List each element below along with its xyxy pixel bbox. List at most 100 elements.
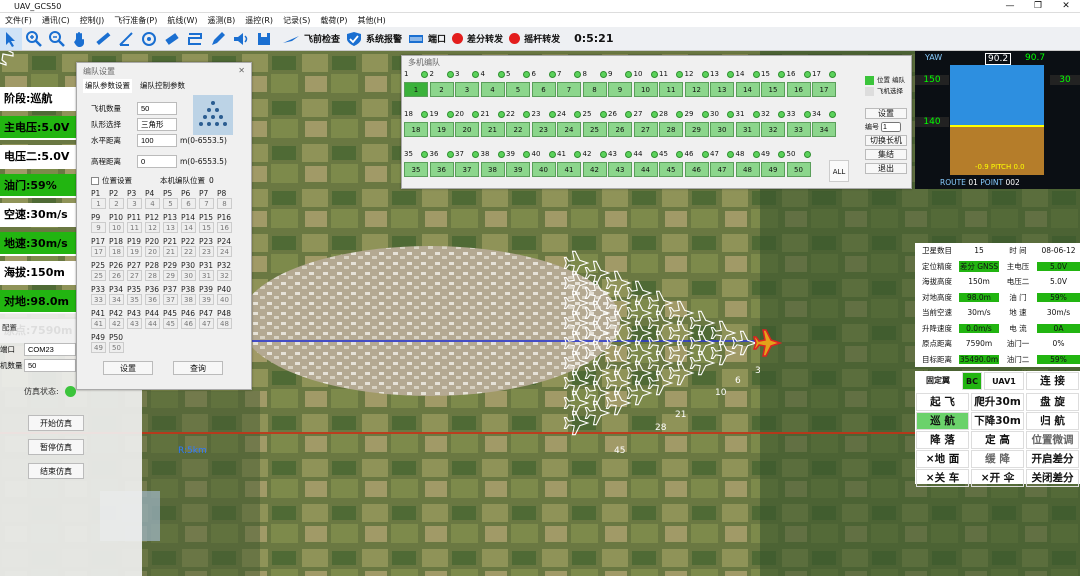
uav-box[interactable]: 41 xyxy=(557,162,581,177)
uav-cell[interactable]: 33 xyxy=(455,70,480,100)
menu-item[interactable]: 遥控(R) xyxy=(240,15,278,26)
uav-box[interactable]: 47 xyxy=(710,162,734,177)
alarm-button[interactable]: 系统报警 xyxy=(346,31,402,47)
position-value[interactable]: 27 xyxy=(127,270,142,281)
position-cell[interactable]: P14 14 xyxy=(181,213,199,237)
position-value[interactable]: 43 xyxy=(127,318,142,329)
uav-cell[interactable]: 66 xyxy=(531,70,557,100)
position-value[interactable]: 19 xyxy=(127,246,142,257)
uav-cell[interactable]: 21 21 xyxy=(480,110,506,140)
position-value[interactable]: 36 xyxy=(145,294,160,305)
uav-box[interactable]: 38 xyxy=(480,162,505,177)
position-cell[interactable]: P47 47 xyxy=(199,309,217,333)
uav-cell[interactable]: 49 49 xyxy=(761,150,786,180)
position-cell[interactable]: P21 21 xyxy=(163,237,181,261)
speaker-icon[interactable] xyxy=(230,28,252,50)
uav-box[interactable]: 2 xyxy=(429,82,454,97)
route-icon[interactable] xyxy=(184,28,206,50)
uav-box[interactable]: 30 xyxy=(710,122,734,137)
ruler-icon[interactable] xyxy=(92,28,114,50)
uav-cell[interactable]: 28 28 xyxy=(659,110,684,140)
command-button[interactable]: 巡 航 xyxy=(916,411,969,430)
position-cell[interactable]: P5 5 xyxy=(163,189,181,213)
uav-box[interactable]: 23 xyxy=(531,122,556,137)
uav-cell[interactable]: 20 20 xyxy=(455,110,480,140)
uav-box[interactable]: 20 xyxy=(455,122,479,137)
menu-item[interactable]: 遥测(B) xyxy=(203,15,241,26)
position-cell[interactable]: P45 45 xyxy=(163,309,181,333)
uav-box[interactable]: 11 xyxy=(659,82,683,97)
uav-cell[interactable]: 11 11 xyxy=(659,70,684,100)
position-cell[interactable]: P24 24 xyxy=(217,237,235,261)
uav-box[interactable]: 34 xyxy=(812,122,836,137)
position-cell[interactable]: P15 15 xyxy=(199,213,217,237)
edit-icon[interactable] xyxy=(207,28,229,50)
formation-query-button[interactable]: 查询 xyxy=(173,361,223,375)
uav-box[interactable]: 27 xyxy=(633,122,658,137)
diff-forward-button[interactable]: 差分转发 xyxy=(452,32,503,45)
uav-cell[interactable]: 16 16 xyxy=(786,70,812,100)
position-cell[interactable]: P31 31 xyxy=(199,261,217,285)
position-cell[interactable]: P39 39 xyxy=(199,285,217,309)
uav-box[interactable]: 28 xyxy=(659,122,683,137)
uav-box[interactable]: 29 xyxy=(684,122,709,137)
uav-cell[interactable]: 22 22 xyxy=(506,110,531,140)
uav-cell[interactable]: 23 23 xyxy=(531,110,557,140)
position-value[interactable]: 24 xyxy=(217,246,232,257)
uav-cell[interactable]: 19 19 xyxy=(429,110,455,140)
uav-box[interactable]: 16 xyxy=(786,82,811,97)
stick-forward-button[interactable]: 摇杆转发 xyxy=(509,32,560,45)
uav-box[interactable]: 42 xyxy=(582,162,607,177)
position-value[interactable]: 26 xyxy=(109,270,124,281)
uav-cell[interactable]: 47 47 xyxy=(710,150,735,180)
uav-cell[interactable]: 30 30 xyxy=(710,110,735,140)
preflight-button[interactable]: 飞前检查 xyxy=(282,32,340,45)
uav-cell[interactable]: 34 34 xyxy=(812,110,837,140)
position-cell[interactable]: P27 27 xyxy=(127,261,145,285)
uav-box[interactable]: 22 xyxy=(506,122,530,137)
position-cell[interactable]: P19 19 xyxy=(127,237,145,261)
position-cell[interactable]: P38 38 xyxy=(181,285,199,309)
uav-cell[interactable]: 37 37 xyxy=(455,150,480,180)
position-cell[interactable]: P3 3 xyxy=(127,189,145,213)
position-cell[interactable]: P36 36 xyxy=(145,285,163,309)
uav-select[interactable]: UAV1 xyxy=(984,371,1024,390)
position-value[interactable]: 7 xyxy=(199,198,214,209)
formation-set-button[interactable]: 设置 xyxy=(103,361,153,375)
position-value[interactable]: 46 xyxy=(181,318,196,329)
menu-item[interactable]: 飞行准备(P) xyxy=(109,15,162,26)
position-value[interactable]: 3 xyxy=(127,198,142,209)
uav-box[interactable]: 24 xyxy=(557,122,581,137)
uav-cell[interactable]: 44 44 xyxy=(633,150,659,180)
position-value[interactable]: 34 xyxy=(109,294,124,305)
position-value[interactable]: 38 xyxy=(181,294,196,305)
position-cell[interactable]: P33 33 xyxy=(91,285,109,309)
vdist-input[interactable] xyxy=(137,155,177,168)
position-cell[interactable]: P40 40 xyxy=(217,285,235,309)
position-cell[interactable]: P18 18 xyxy=(109,237,127,261)
uav-cell[interactable]: 42 42 xyxy=(582,150,608,180)
position-value[interactable]: 2 xyxy=(109,198,124,209)
position-value[interactable]: 39 xyxy=(199,294,214,305)
position-cell[interactable]: P42 42 xyxy=(109,309,127,333)
uav-cell[interactable]: 32 32 xyxy=(761,110,786,140)
uav-cell[interactable]: 26 26 xyxy=(608,110,633,140)
uav-cell[interactable]: 88 xyxy=(582,70,608,100)
command-button[interactable]: ×开 伞 xyxy=(971,468,1024,487)
command-button[interactable]: 盘 旋 xyxy=(1026,392,1079,411)
uav-box[interactable]: 35 xyxy=(404,162,428,177)
position-cell[interactable]: P49 49 xyxy=(91,333,109,357)
uav-box[interactable]: 19 xyxy=(429,122,454,137)
position-cell[interactable]: P9 9 xyxy=(91,213,109,237)
menu-item[interactable]: 载荷(P) xyxy=(315,15,352,26)
menu-item[interactable]: 文件(F) xyxy=(0,15,37,26)
position-value[interactable]: 8 xyxy=(217,198,232,209)
command-button[interactable]: 降 落 xyxy=(916,430,969,449)
uav-box[interactable]: 39 xyxy=(506,162,530,177)
uav-cell[interactable]: 99 xyxy=(608,70,633,100)
position-cell[interactable]: P29 29 xyxy=(163,261,181,285)
position-value[interactable]: 33 xyxy=(91,294,106,305)
command-button[interactable]: 位置微调 xyxy=(1026,430,1079,449)
command-button[interactable]: 归 航 xyxy=(1026,411,1079,430)
position-value[interactable]: 6 xyxy=(181,198,196,209)
